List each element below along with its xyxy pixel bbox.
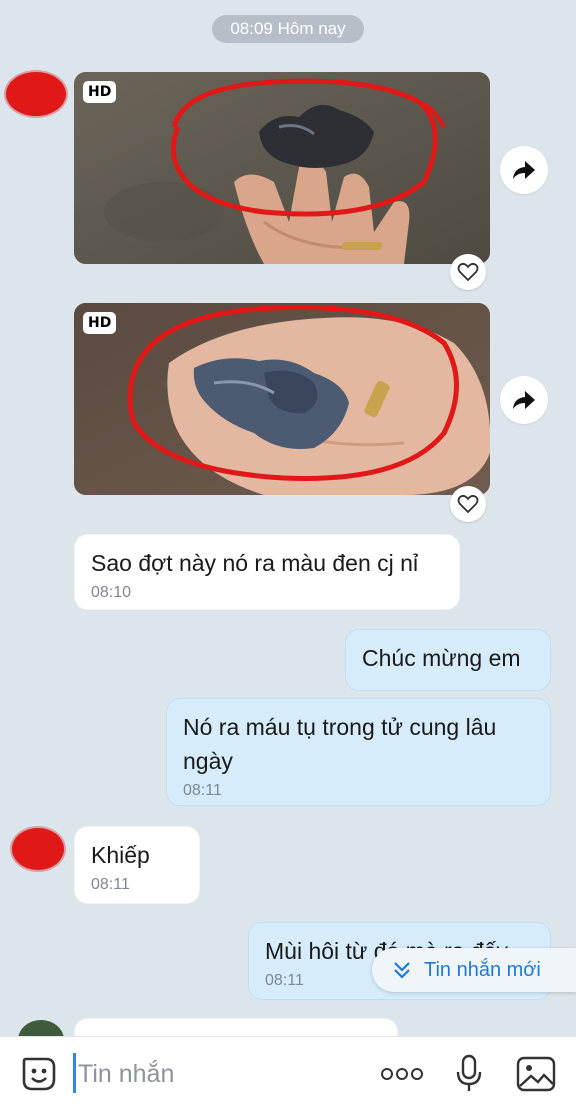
text-cursor — [73, 1053, 76, 1093]
photo-content — [74, 303, 490, 495]
chat-area[interactable]: 08:09 Hôm nay HD HD Sao đợt này nó ra mà… — [0, 0, 576, 1036]
voice-button[interactable] — [455, 1054, 483, 1099]
message-time: 08:11 — [183, 782, 222, 799]
photo-message[interactable]: HD — [74, 72, 490, 264]
photo-content — [74, 72, 490, 264]
message-text: Khiếp — [91, 842, 150, 868]
date-separator: 08:09 Hôm nay — [212, 15, 364, 43]
new-messages-label: Tin nhắn mới — [424, 958, 541, 981]
like-button[interactable] — [450, 486, 486, 522]
incoming-message[interactable]: Sao đợt này nó ra màu đen cj nỉ 08:10 — [74, 534, 460, 610]
message-text: Nó ra máu tụ trong tử cung lâu ngày — [183, 714, 497, 774]
hd-badge: HD — [83, 81, 117, 103]
forward-button[interactable] — [500, 146, 548, 194]
new-messages-button[interactable]: Tin nhắn mới — [372, 948, 576, 992]
heart-icon — [457, 494, 479, 514]
photo-message[interactable]: HD — [74, 303, 490, 495]
heart-icon — [457, 262, 479, 282]
more-dots-icon — [381, 1068, 423, 1080]
sender-avatar[interactable] — [12, 828, 64, 870]
forward-arrow-icon — [513, 391, 535, 409]
microphone-icon — [456, 1054, 482, 1091]
message-input[interactable] — [78, 1056, 358, 1092]
message-text: Sao đợt này nó ra màu đen cj nỉ — [91, 550, 419, 576]
image-button[interactable] — [516, 1056, 556, 1097]
forward-button[interactable] — [500, 376, 548, 424]
outgoing-message[interactable]: Chúc mừng em — [345, 629, 551, 691]
outgoing-message[interactable]: Nó ra máu tụ trong tử cung lâu ngày 08:1… — [166, 698, 551, 806]
message-time: 08:10 — [91, 584, 132, 601]
image-gallery-icon — [516, 1056, 556, 1092]
like-button[interactable] — [450, 254, 486, 290]
sender-avatar[interactable] — [6, 72, 66, 116]
message-time: 08:11 — [91, 876, 130, 893]
incoming-message[interactable] — [74, 1018, 398, 1036]
message-text: Chúc mừng em — [362, 645, 521, 671]
incoming-message[interactable]: Khiếp 08:11 — [74, 826, 200, 904]
sticker-face-icon — [22, 1057, 56, 1091]
forward-arrow-icon — [513, 161, 535, 179]
double-chevron-down-icon — [394, 962, 410, 979]
hd-badge: HD — [83, 312, 117, 334]
sender-avatar[interactable] — [18, 1020, 64, 1036]
sticker-button[interactable] — [20, 1055, 58, 1098]
more-button[interactable] — [380, 1067, 424, 1086]
